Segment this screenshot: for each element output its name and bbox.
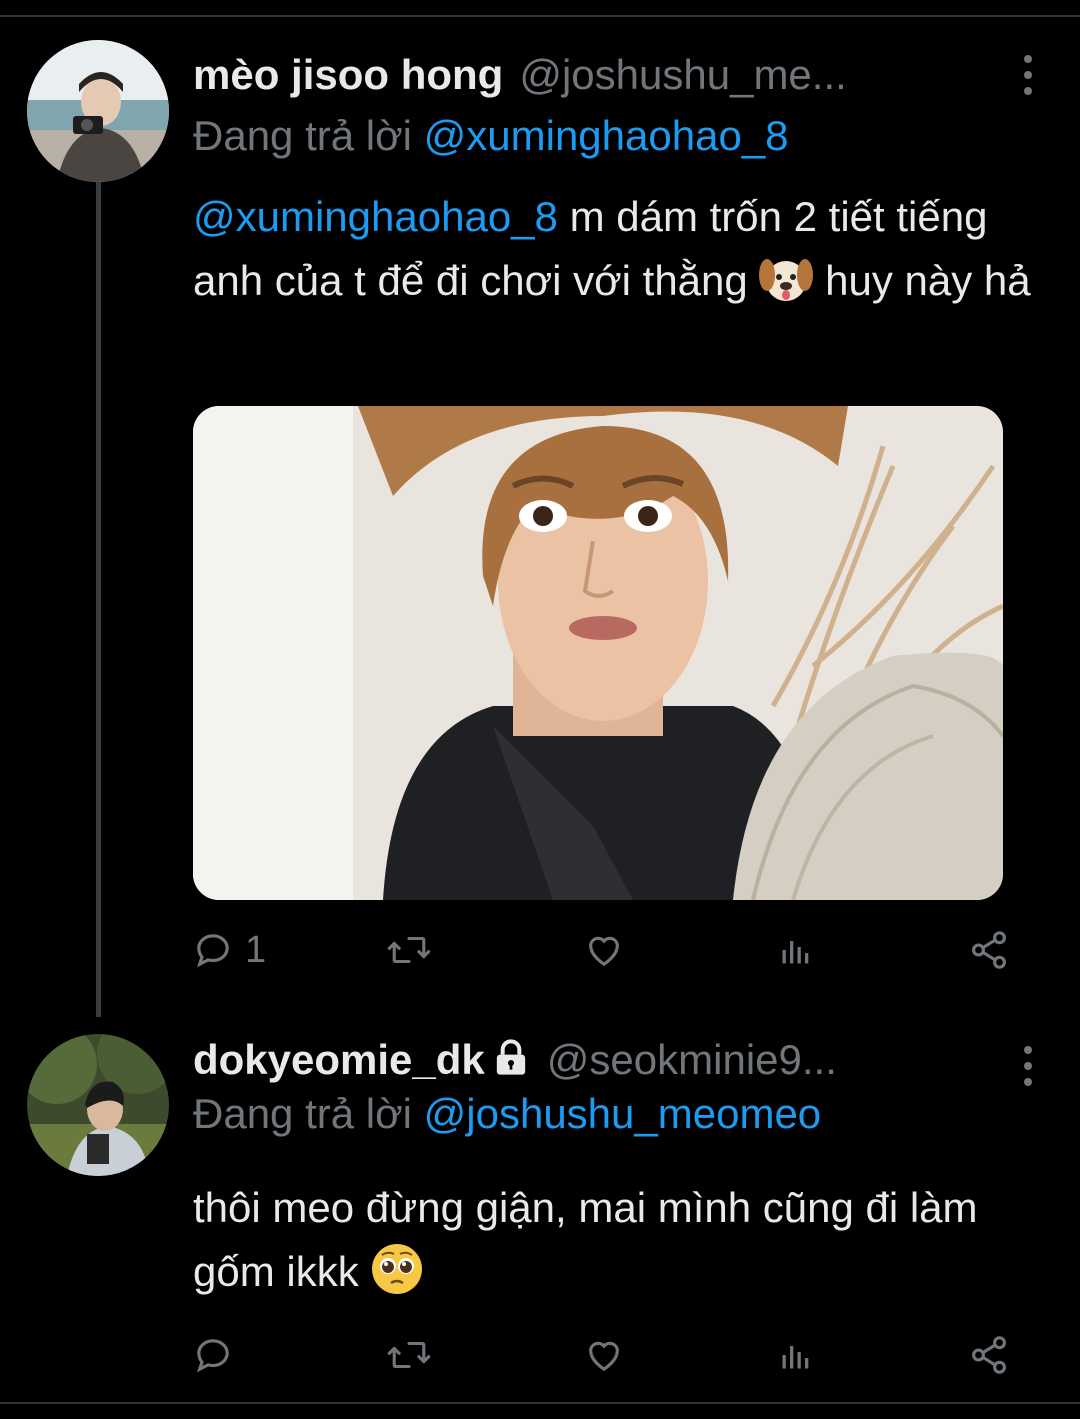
text-part-2: huy này hả [813,257,1031,304]
replying-prefix: Đang trả lời [193,112,424,159]
reply-button[interactable] [193,1330,233,1380]
tweet-media[interactable] [193,406,1003,900]
share-button[interactable] [968,1330,1010,1380]
tweet-actions [193,1330,1023,1380]
reply-icon [196,934,229,968]
replying-mention[interactable]: @joshushu_meomeo [424,1090,822,1137]
tweet-actions: 1 [193,925,1023,975]
reply-icon [196,1339,229,1373]
thread-connector [96,182,101,1017]
retweet-button[interactable] [386,925,432,975]
avatar[interactable] [27,40,169,182]
tweet-text: @xuminghaohao_8 m dám trốn 2 tiết tiếng … [193,185,1053,323]
user-handle[interactable]: @seokminie9... [547,1036,837,1084]
dog-face-emoji [759,255,814,323]
analytics-button[interactable] [778,1330,814,1380]
analytics-button[interactable] [778,925,814,975]
text-part-1: thôi meo đừng giận, mai mình cũng đi làm… [193,1184,978,1295]
replying-to: Đang trả lời @xuminghaohao_8 [193,112,789,160]
tweet-text: thôi meo đừng giận, mai mình cũng đi làm… [193,1176,1053,1314]
tweet-header: dokyeomie_dk @seokminie9... [193,1030,837,1090]
display-name[interactable]: dokyeomie_dk [193,1036,485,1084]
text-mention[interactable]: @xuminghaohao_8 [193,193,558,240]
analytics-icon [782,941,809,964]
reply-button[interactable]: 1 [193,925,266,975]
analytics-icon [782,1346,809,1369]
lock-icon [491,1037,531,1084]
retweet-icon [387,1341,431,1369]
like-button[interactable] [583,1330,625,1380]
replying-to: Đang trả lời @joshushu_meomeo [193,1090,821,1138]
avatar[interactable] [27,1034,169,1176]
retweet-button[interactable] [386,1330,432,1380]
pleading-face-emoji [370,1242,424,1314]
more-vert-icon[interactable] [1018,55,1038,95]
display-name[interactable]: mèo jisoo hong [193,51,503,99]
tweet-header: mèo jisoo hong @joshushu_me... [193,45,847,105]
user-handle[interactable]: @joshushu_me... [519,51,846,99]
like-button[interactable] [583,925,625,975]
top-divider [0,15,1080,17]
like-icon [589,936,619,967]
replying-mention[interactable]: @xuminghaohao_8 [424,112,789,159]
replying-prefix: Đang trả lời [193,1090,424,1137]
share-button[interactable] [968,925,1010,975]
bottom-divider [0,1402,1080,1404]
reply-count: 1 [245,928,267,971]
share-icon [972,1336,1006,1374]
retweet-icon [387,936,431,964]
more-vert-icon[interactable] [1018,1046,1038,1086]
share-icon [972,931,1006,969]
like-icon [589,1341,619,1372]
